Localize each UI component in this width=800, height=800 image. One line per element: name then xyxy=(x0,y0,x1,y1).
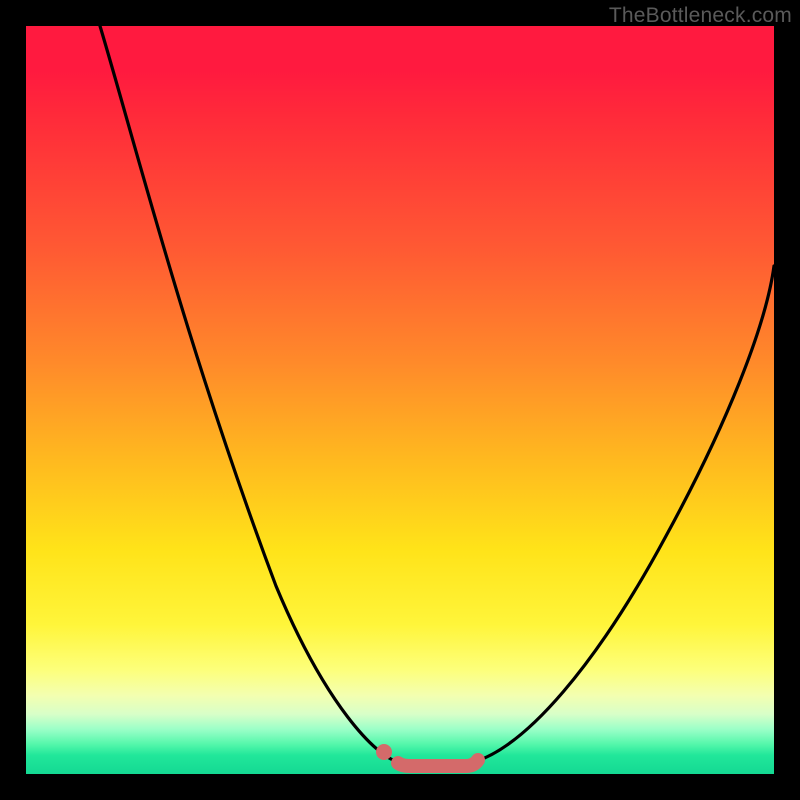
highlight-dot-icon xyxy=(376,744,392,760)
left-branch-curve xyxy=(100,26,398,762)
right-branch-curve xyxy=(474,266,774,762)
chart-frame: TheBottleneck.com xyxy=(0,0,800,800)
chart-svg xyxy=(26,26,774,774)
watermark-text: TheBottleneck.com xyxy=(609,4,792,28)
chart-plot-area xyxy=(26,26,774,774)
bottom-flat-segment xyxy=(398,760,478,766)
